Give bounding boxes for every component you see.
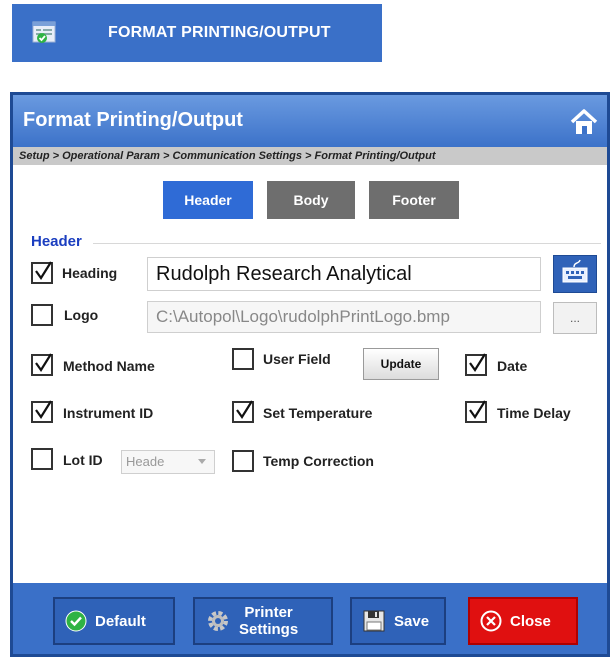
close-circle-icon (480, 610, 502, 632)
format-printing-window: Format Printing/Output Setup > Operation… (10, 92, 610, 657)
group-divider (93, 243, 601, 244)
bottom-toolbar: Default Printer Settings Save Close (13, 583, 607, 654)
gear-icon (205, 608, 231, 634)
home-icon[interactable] (569, 107, 599, 137)
checkmark-icon (236, 400, 253, 419)
tab-header[interactable]: Header (163, 181, 253, 219)
temp-correction-checkbox[interactable] (232, 450, 254, 472)
set-temperature-label: Set Temperature (263, 405, 373, 421)
banner-title: FORMAT PRINTING/OUTPUT (108, 24, 331, 41)
chevron-down-icon (198, 459, 206, 464)
time-delay-checkbox[interactable] (465, 400, 487, 423)
date-label: Date (497, 358, 528, 374)
checkmark-icon (35, 261, 52, 280)
keyboard-button[interactable] (553, 255, 597, 293)
printer-settings-line2: Settings (239, 621, 299, 638)
checkmark-icon (469, 353, 486, 372)
logo-label: Logo (64, 307, 99, 323)
lot-id-select[interactable]: Heade (121, 450, 215, 474)
update-button[interactable]: Update (363, 348, 439, 380)
breadcrumb: Setup > Operational Param > Communicatio… (13, 147, 607, 165)
tab-body[interactable]: Body (267, 181, 355, 219)
heading-checkbox[interactable] (31, 261, 53, 284)
tab-footer[interactable]: Footer (369, 181, 459, 219)
user-field-label: User Field (263, 351, 331, 367)
format-printing-banner[interactable]: FORMAT PRINTING/OUTPUT (12, 4, 382, 62)
lot-id-checkbox[interactable] (31, 448, 53, 470)
check-circle-icon (65, 610, 87, 632)
printer-settings-line1: Printer (244, 604, 293, 621)
floppy-disk-icon (362, 609, 386, 633)
tab-bar: Header Body Footer (163, 181, 473, 219)
user-field-checkbox[interactable] (232, 348, 254, 370)
save-button[interactable]: Save (350, 597, 446, 645)
time-delay-label: Time Delay (497, 405, 571, 421)
set-temperature-checkbox[interactable] (232, 400, 254, 423)
header-group-label: Header (31, 233, 82, 250)
temp-correction-label: Temp Correction (263, 453, 374, 469)
lot-id-select-value: Heade (126, 454, 165, 469)
close-label: Close (510, 612, 551, 630)
lot-id-label: Lot ID (63, 452, 103, 468)
keyboard-icon (562, 259, 588, 283)
date-checkbox[interactable] (465, 353, 487, 376)
printer-settings-label: Printer Settings (239, 604, 298, 638)
settings-check-icon (32, 21, 56, 43)
instrument-id-label: Instrument ID (63, 405, 154, 421)
logo-checkbox[interactable] (31, 304, 53, 326)
printer-settings-button[interactable]: Printer Settings (193, 597, 333, 645)
instrument-id-checkbox[interactable] (31, 400, 53, 423)
method-name-checkbox[interactable] (31, 353, 53, 376)
heading-label: Heading (62, 265, 118, 281)
default-label: Default (95, 612, 146, 630)
checkmark-icon (35, 400, 52, 419)
browse-logo-button[interactable]: ... (553, 302, 597, 334)
checkmark-icon (35, 353, 52, 372)
default-button[interactable]: Default (53, 597, 175, 645)
window-title: Format Printing/Output (23, 109, 243, 131)
logo-path-input[interactable]: C:\Autopol\Logo\rudolphPrintLogo.bmp (147, 301, 541, 333)
method-name-label: Method Name (63, 358, 155, 374)
close-button[interactable]: Close (468, 597, 578, 645)
content-panel: Header Body Footer Header Heading Rudolp… (13, 165, 607, 583)
title-bar: Format Printing/Output (13, 95, 607, 147)
heading-input[interactable]: Rudolph Research Analytical (147, 257, 541, 291)
checkmark-icon (469, 400, 486, 419)
save-label: Save (394, 612, 430, 630)
